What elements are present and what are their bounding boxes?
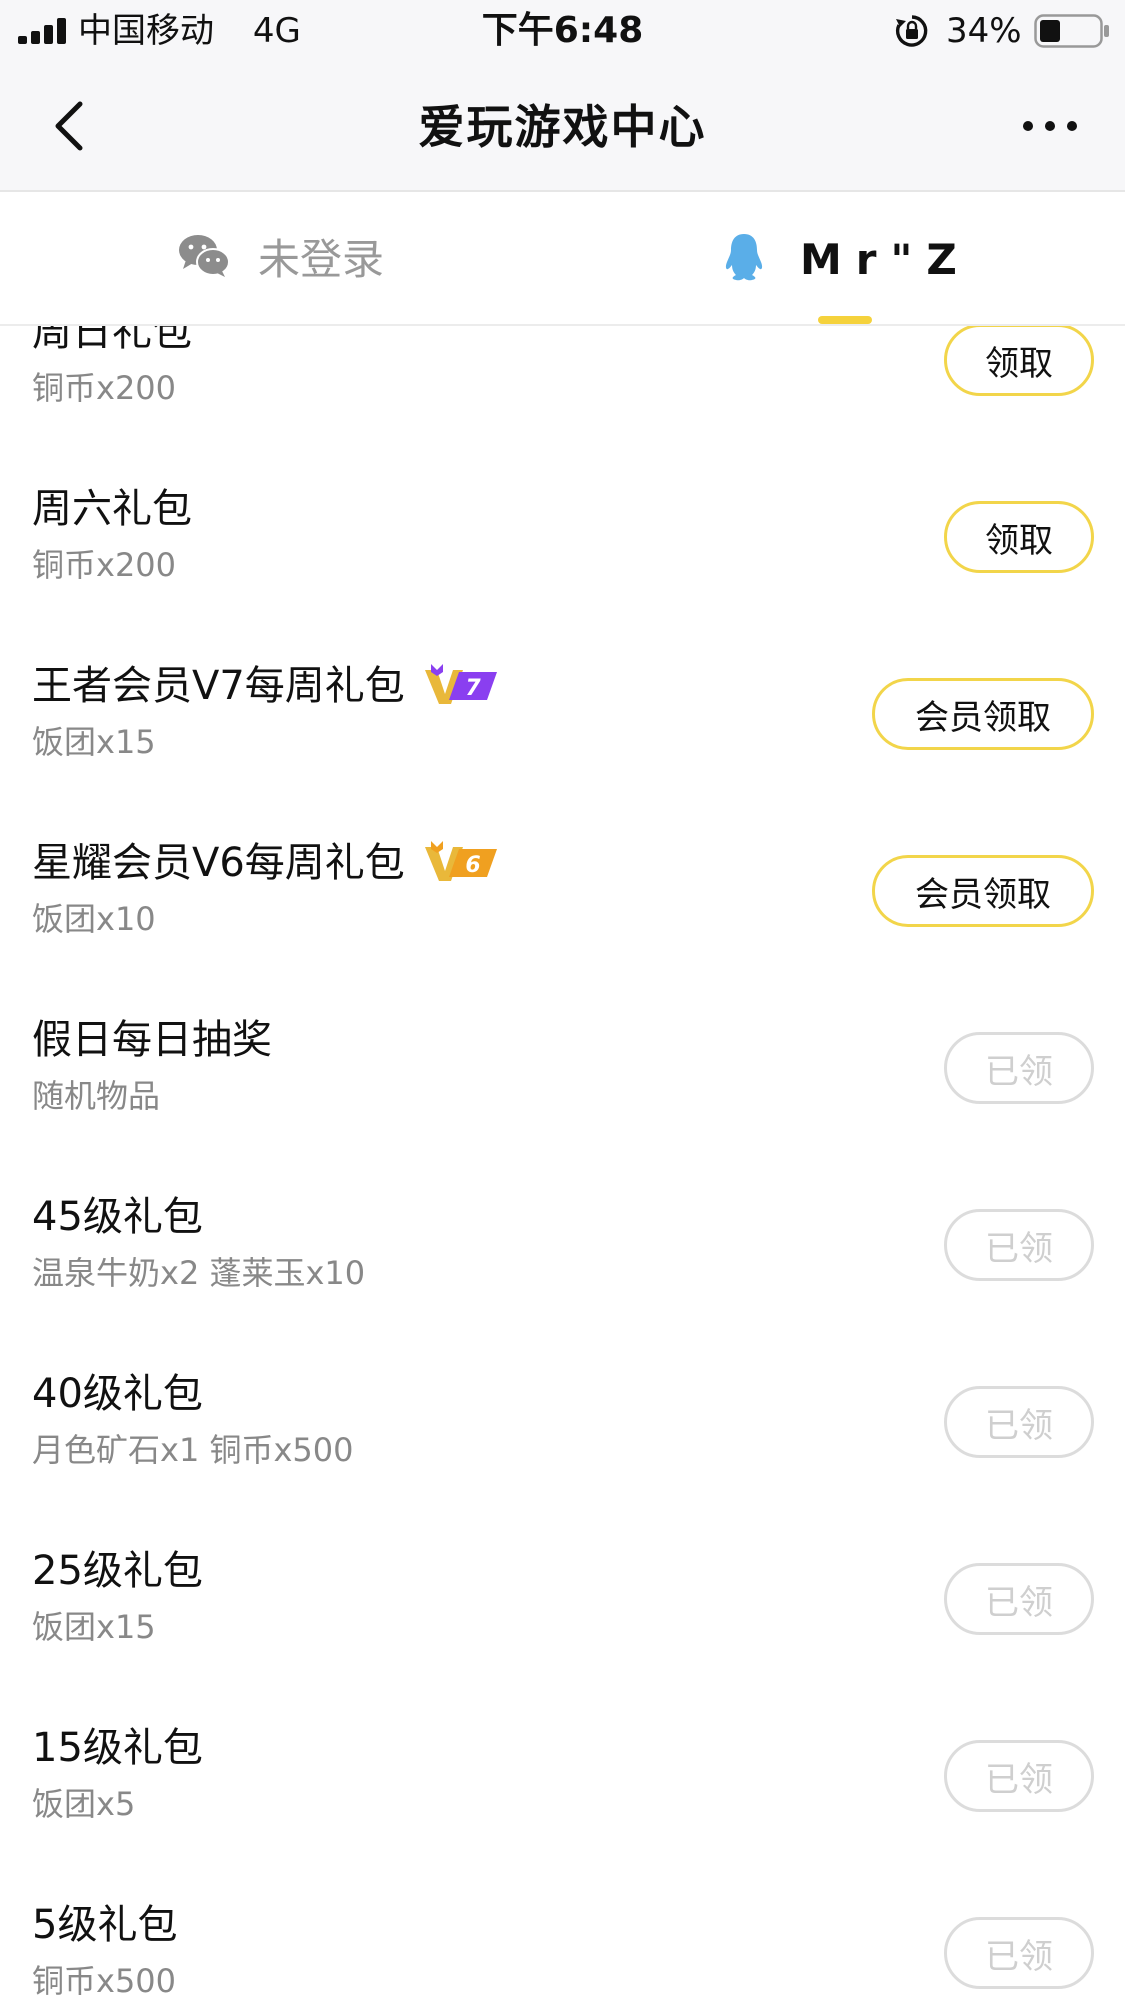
vip-claim-button[interactable]: 会员领取 [872, 855, 1094, 927]
claimed-button: 已领 [944, 1209, 1094, 1281]
account-tabs: 未登录 Mr"Z [0, 192, 1125, 326]
v7-vip-badge-icon: 7 [424, 664, 497, 704]
gift-row: 周六礼包 铜币x200 领取 [0, 461, 1125, 638]
gift-title-text: 王者会员V7每周礼包 [32, 663, 405, 709]
gift-title-text: 周日礼包 [32, 326, 192, 355]
claimed-button: 已领 [944, 1917, 1094, 1989]
gift-title-text: 5级礼包 [32, 1902, 178, 1948]
gift-title-text: 40级礼包 [32, 1371, 203, 1417]
wechat-status-label: 未登录 [258, 235, 385, 284]
gift-reward: 随机物品 [32, 1077, 161, 1115]
gift-title-text: 星耀会员V6每周礼包 [32, 840, 405, 886]
v6-vip-badge-icon: 6 [424, 841, 497, 881]
gift-reward: 饭团x15 [32, 723, 156, 761]
more-options-icon[interactable] [1020, 114, 1080, 138]
vip-claim-button[interactable]: 会员领取 [872, 678, 1094, 750]
gift-title: 王者会员V7每周礼包 7 [32, 658, 499, 714]
claim-button[interactable]: 领取 [944, 326, 1094, 396]
gift-title-text: 25级礼包 [32, 1548, 203, 1594]
gift-row: 假日每日抽奖 随机物品 已领 [0, 992, 1125, 1169]
wechat-icon [179, 235, 230, 277]
gift-row: 周日礼包 铜币x200 领取 [0, 326, 1125, 461]
battery-percent: 34% [946, 11, 1022, 51]
gift-title: 周日礼包 [32, 326, 192, 360]
claimed-button: 已领 [944, 1386, 1094, 1458]
gift-title: 15级礼包 [32, 1720, 203, 1776]
gift-reward: 铜币x200 [32, 369, 177, 407]
gift-row: 15级礼包 饭团x5 已领 [0, 1700, 1125, 1877]
active-tab-indicator [818, 316, 872, 324]
gift-row: 王者会员V7每周礼包 7 饭团x15 会员领取 [0, 638, 1125, 815]
gift-row: 40级礼包 月色矿石x1 铜币x500 已领 [0, 1346, 1125, 1523]
gift-reward: 饭团x10 [32, 900, 156, 938]
claimed-button: 已领 [944, 1032, 1094, 1104]
gift-reward: 月色矿石x1 铜币x500 [32, 1431, 354, 1469]
tab-qq[interactable]: Mr"Z [720, 192, 1010, 326]
page-title: 爱玩游戏中心 [418, 100, 707, 154]
status-bar: 中国移动 4G 下午6:48 34% [0, 0, 1125, 62]
claimed-button: 已领 [944, 1740, 1094, 1812]
gift-title: 45级礼包 [32, 1189, 203, 1245]
gift-row: 星耀会员V6每周礼包 6 饭团x10 会员领取 [0, 815, 1125, 992]
svg-text:7: 7 [465, 676, 481, 701]
gift-title: 假日每日抽奖 [32, 1012, 272, 1068]
gift-list[interactable]: 周日礼包 铜币x200 领取 周六礼包 铜币x200 领取 王者会员V7每周礼包… [0, 326, 1125, 2001]
gift-title-text: 假日每日抽奖 [32, 1017, 272, 1063]
claim-button[interactable]: 领取 [944, 501, 1094, 573]
gift-title-text: 45级礼包 [32, 1194, 203, 1240]
gift-title: 5级礼包 [32, 1897, 177, 1953]
gift-reward: 温泉牛奶x2 蓬莱玉x10 [32, 1254, 366, 1292]
qq-username-label: Mr"Z [800, 235, 971, 284]
qq-penguin-icon [725, 234, 763, 281]
gift-row: 5级礼包 铜币x500 已领 [0, 1877, 1125, 2001]
gift-reward: 铜币x500 [32, 1962, 177, 2000]
gift-title: 25级礼包 [32, 1543, 203, 1599]
gift-reward: 饭团x5 [32, 1785, 136, 1823]
gift-reward: 铜币x200 [32, 546, 177, 584]
gift-title: 周六礼包 [32, 481, 192, 537]
gift-title-text: 周六礼包 [32, 486, 192, 532]
gift-title: 星耀会员V6每周礼包 6 [32, 835, 499, 891]
svg-text:6: 6 [465, 853, 480, 878]
gift-row: 25级礼包 饭团x15 已领 [0, 1523, 1125, 1700]
battery-icon [1034, 14, 1109, 48]
tab-wechat[interactable]: 未登录 [170, 192, 430, 326]
gift-title-text: 15级礼包 [32, 1725, 203, 1771]
gift-row: 45级礼包 温泉牛奶x2 蓬莱玉x10 已领 [0, 1169, 1125, 1346]
navigation-bar: 爱玩游戏中心 [0, 62, 1125, 192]
gift-title: 40级礼包 [32, 1366, 203, 1422]
rotation-lock-icon [895, 15, 928, 47]
claimed-button: 已领 [944, 1563, 1094, 1635]
gift-reward: 饭团x15 [32, 1608, 156, 1646]
